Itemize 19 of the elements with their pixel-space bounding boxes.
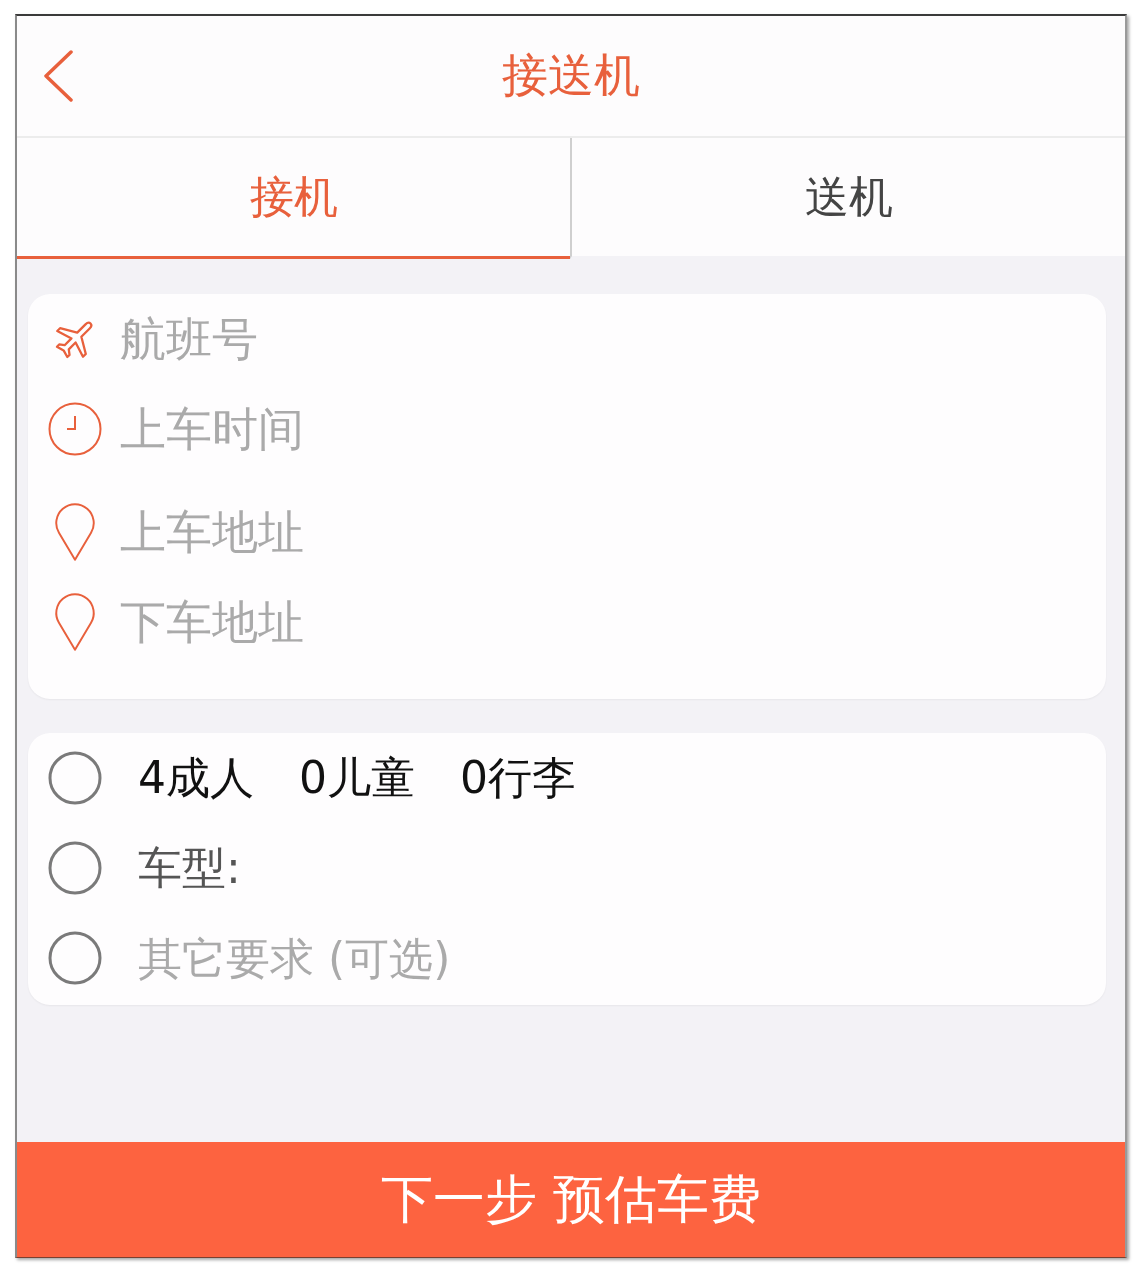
- location-pin-icon: [54, 502, 96, 562]
- location-pin-icon: [54, 592, 96, 652]
- next-step-button[interactable]: 下一步 预估车费: [17, 1142, 1125, 1257]
- circle-icon: [48, 931, 102, 985]
- input-field[interactable]: 航班号: [120, 309, 720, 369]
- clock-icon: [48, 402, 102, 456]
- requirements-field[interactable]: 其它要求 (可选): [138, 928, 838, 988]
- tab[interactable]: 送机: [570, 138, 1125, 259]
- input-field[interactable]: 上车时间: [120, 399, 720, 459]
- back-icon[interactable]: [42, 50, 74, 102]
- input-field[interactable]: 上车地址: [120, 502, 720, 562]
- circle-icon: [48, 751, 102, 805]
- input-field[interactable]: 下车地址: [120, 592, 720, 652]
- adult-count: 4成人: [138, 751, 254, 805]
- luggage-count: 0行李: [460, 751, 576, 805]
- car-type-label: 车型:: [138, 841, 241, 895]
- child-count: 0儿童: [299, 751, 415, 805]
- page-title: 接送机: [502, 48, 640, 104]
- circle-icon: [48, 841, 102, 895]
